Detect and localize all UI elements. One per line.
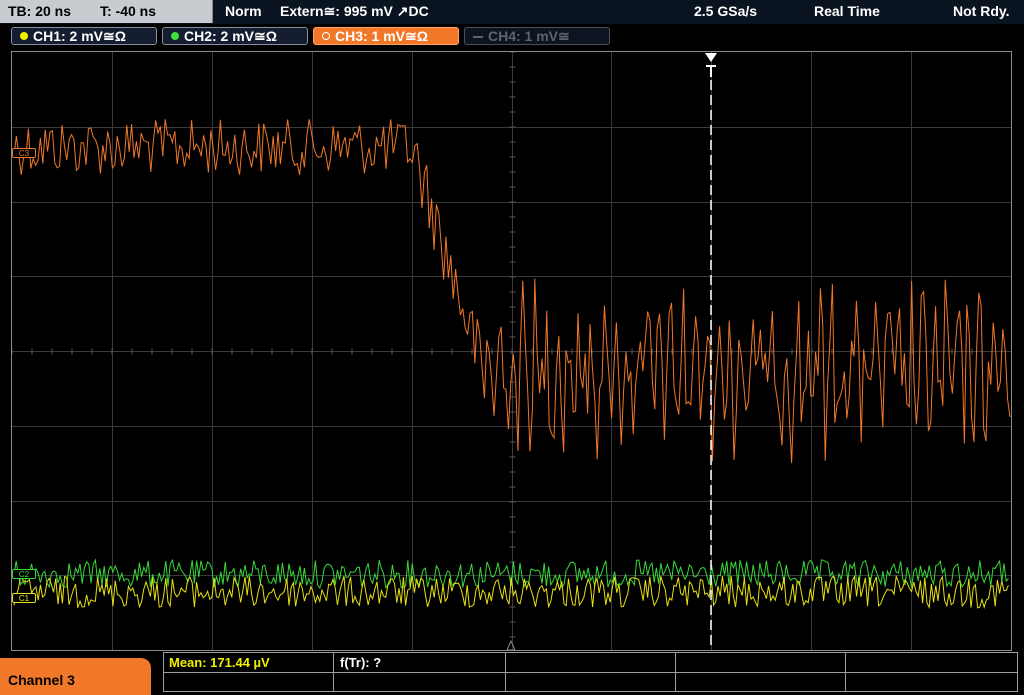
channel-tab-ch1[interactable]: CH1: 2 mV≅Ω	[11, 27, 157, 45]
meas-cell-8[interactable]	[506, 672, 676, 692]
ch3-trace	[13, 119, 1011, 464]
rise-freq-cell[interactable]: f(Tr): ?	[334, 653, 506, 672]
ch4-label: CH4: 1 mV≅	[488, 28, 570, 44]
ch1-level-marker[interactable]: C1	[12, 593, 36, 603]
ch2-label: CH2: 2 mV≅Ω	[184, 28, 277, 44]
meas-cell-5[interactable]	[846, 653, 1018, 672]
trigger-source[interactable]: Extern≅: 995 mV ↗DC	[280, 3, 429, 20]
ch3-level-marker[interactable]: C3	[12, 148, 36, 158]
ch1-indicator-icon	[20, 32, 28, 40]
channel-tab-ch2[interactable]: CH2: 2 mV≅Ω	[162, 27, 308, 45]
measurement-bar: Channel 3 Mean: 171.44 µV f(Tr): ?	[0, 652, 1024, 695]
meas-cell-3[interactable]	[506, 653, 676, 672]
timebase-panel[interactable]: TB: 20 ns T: -40 ns	[0, 0, 213, 23]
ch3-label: CH3: 1 mV≅Ω	[335, 28, 428, 44]
channel-tab-ch3[interactable]: CH3: 1 mV≅Ω	[313, 27, 459, 45]
channel-tab-ch4[interactable]: CH4: 1 mV≅	[464, 27, 610, 45]
ch1-label: CH1: 2 mV≅Ω	[33, 28, 126, 44]
ch2-indicator-icon	[171, 32, 179, 40]
waveform-display[interactable]	[11, 51, 1012, 651]
mean-cell[interactable]: Mean: 171.44 µV	[164, 653, 334, 672]
active-channel-label[interactable]: Channel 3	[0, 658, 151, 695]
status-bar: TB: 20 ns T: -40 ns Norm Extern≅: 995 mV…	[0, 0, 1024, 24]
meas-cell-4[interactable]	[676, 653, 846, 672]
mean-readout: Mean: 171.44 µV	[169, 655, 270, 670]
ch2-level-marker[interactable]: C2	[12, 569, 36, 579]
trigger-time-readout: T: -40 ns	[100, 3, 157, 19]
run-state: Not Rdy.	[953, 3, 1010, 19]
trigger-marker[interactable]	[704, 52, 718, 78]
trigger-mode[interactable]: Norm	[225, 3, 262, 19]
acquisition-mode: Real Time	[814, 3, 880, 19]
bottom-trigger-marker	[506, 639, 516, 650]
meas-cell-6[interactable]	[164, 672, 334, 692]
sample-rate: 2.5 GSa/s	[694, 3, 758, 19]
meas-cell-7[interactable]	[334, 672, 506, 692]
ch4-indicator-icon	[473, 36, 483, 38]
ch1-trace	[13, 574, 1009, 610]
ch3-indicator-icon	[322, 32, 330, 40]
channel-tabs: CH1: 2 mV≅Ω CH2: 2 mV≅Ω CH3: 1 mV≅Ω CH4:…	[0, 24, 1024, 49]
meas-cell-9[interactable]	[676, 672, 846, 692]
measurement-table: Mean: 171.44 µV f(Tr): ?	[163, 652, 1018, 692]
trigger-arrow-icon	[705, 53, 717, 77]
timebase-readout: TB: 20 ns	[8, 3, 72, 19]
meas-cell-10[interactable]	[846, 672, 1018, 692]
waveform-traces	[13, 80, 1011, 650]
rise-freq-readout: f(Tr): ?	[340, 655, 382, 670]
